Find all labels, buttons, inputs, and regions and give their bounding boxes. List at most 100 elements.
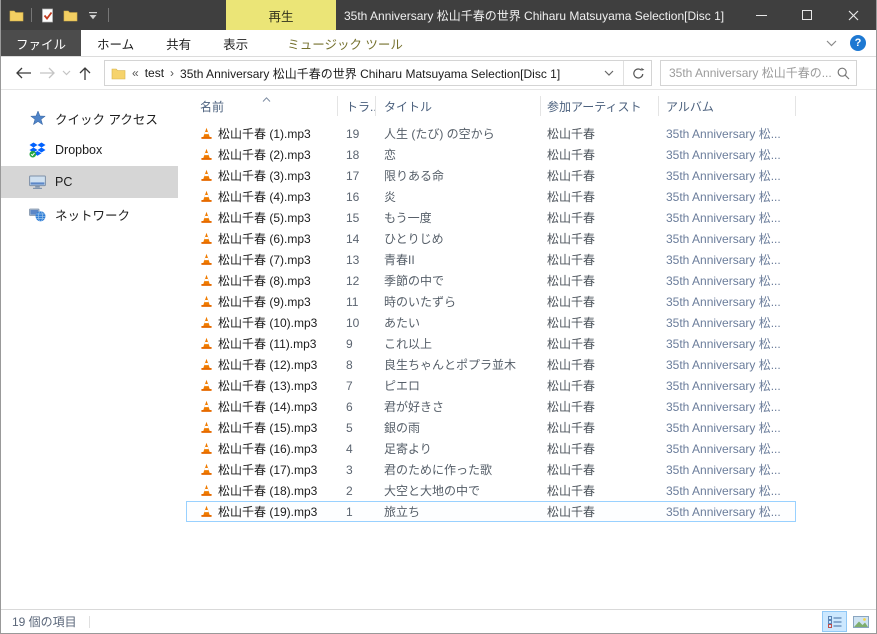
sidebar-item-pc[interactable]: PC <box>1 166 178 198</box>
tab-view[interactable]: 表示 <box>207 30 264 56</box>
file-name-cell: 松山千春 (2).mp3 <box>186 146 338 163</box>
close-button[interactable] <box>830 0 876 30</box>
minimize-button[interactable] <box>738 0 784 30</box>
file-name: 松山千春 (16).mp3 <box>218 442 318 456</box>
file-row[interactable]: 松山千春 (18).mp3 2 大空と大地の中で 松山千春 35th Anniv… <box>186 480 796 501</box>
column-header-artist[interactable]: 参加アーティスト <box>541 96 659 116</box>
customize-toolbar-icon[interactable] <box>85 7 101 23</box>
file-row[interactable]: 松山千春 (5).mp3 15 もう一度 松山千春 35th Anniversa… <box>186 207 796 228</box>
vlc-cone-icon <box>200 463 213 476</box>
file-name: 松山千春 (9).mp3 <box>218 295 311 309</box>
file-row[interactable]: 松山千春 (10).mp3 10 あたい 松山千春 35th Anniversa… <box>186 312 796 333</box>
details-view-button[interactable] <box>822 611 847 632</box>
sidebar-item-quick-access[interactable]: クイック アクセス <box>1 102 178 134</box>
file-row[interactable]: 松山千春 (12).mp3 8 良生ちゃんとポプラ並木 松山千春 35th An… <box>186 354 796 375</box>
vlc-cone-icon <box>200 505 213 518</box>
chevron-down-icon <box>62 70 70 76</box>
dropbox-icon <box>29 142 46 159</box>
column-header-track[interactable]: トラ... <box>338 96 376 116</box>
title-cell: 良生ちゃんとポプラ並木 <box>384 358 517 372</box>
contextual-tab-play[interactable]: 再生 <box>226 0 336 30</box>
tab-music-tools[interactable]: ミュージック ツール <box>273 30 417 56</box>
breadcrumb-overflow-chevron[interactable]: « <box>132 66 139 80</box>
breadcrumb-segment-current[interactable]: 35th Anniversary 松山千春の世界 Chiharu Matsuya… <box>180 65 560 82</box>
tab-file[interactable]: ファイル <box>1 30 82 56</box>
vlc-cone-icon <box>200 316 213 329</box>
file-row[interactable]: 松山千春 (8).mp3 12 季節の中で 松山千春 35th Annivers… <box>186 270 796 291</box>
search-box[interactable] <box>660 60 857 86</box>
breadcrumb-separator-icon[interactable]: › <box>170 66 174 80</box>
file-name-cell: 松山千春 (7).mp3 <box>186 251 338 268</box>
track-cell: 7 <box>346 378 353 393</box>
file-row[interactable]: 松山千春 (1).mp3 19 人生 (たび) の空から 松山千春 35th A… <box>186 123 796 144</box>
sidebar-item-network[interactable]: ネットワーク <box>1 198 178 230</box>
search-input[interactable] <box>669 66 837 80</box>
sidebar-item-label: Dropbox <box>55 143 103 157</box>
column-header-title[interactable]: タイトル <box>376 96 541 116</box>
file-row[interactable]: 松山千春 (14).mp3 6 君が好きさ 松山千春 35th Annivers… <box>186 396 796 417</box>
file-row[interactable]: 松山千春 (19).mp3 1 旅立ち 松山千春 35th Anniversar… <box>186 501 796 522</box>
file-name: 松山千春 (3).mp3 <box>218 169 311 183</box>
artist-cell: 松山千春 <box>547 463 596 477</box>
folder-icon[interactable] <box>8 7 24 23</box>
artist-cell: 松山千春 <box>547 400 596 414</box>
file-name: 松山千春 (14).mp3 <box>218 400 318 414</box>
artist-cell: 松山千春 <box>547 274 596 288</box>
forward-button[interactable] <box>35 61 59 85</box>
details-view-icon <box>827 615 841 628</box>
expand-ribbon-chevron-icon[interactable] <box>826 36 837 50</box>
sort-ascending-icon <box>262 91 271 105</box>
maximize-button[interactable] <box>784 0 830 30</box>
file-name: 松山千春 (8).mp3 <box>218 274 311 288</box>
artist-cell: 松山千春 <box>547 316 596 330</box>
up-button[interactable] <box>73 61 97 85</box>
file-row[interactable]: 松山千春 (13).mp3 7 ピエロ 松山千春 35th Anniversar… <box>186 375 796 396</box>
title-cell: これ以上 <box>384 337 433 351</box>
track-cell: 3 <box>346 462 353 477</box>
file-row[interactable]: 松山千春 (6).mp3 14 ひとりじめ 松山千春 35th Annivers… <box>186 228 796 249</box>
file-row[interactable]: 松山千春 (3).mp3 17 限りある命 松山千春 35th Annivers… <box>186 165 796 186</box>
album-cell: 35th Anniversary 松... <box>666 358 781 372</box>
file-row[interactable]: 松山千春 (11).mp3 9 これ以上 松山千春 35th Anniversa… <box>186 333 796 354</box>
new-folder-icon[interactable] <box>62 7 78 23</box>
thumbnails-view-button[interactable] <box>848 611 873 632</box>
album-cell: 35th Anniversary 松... <box>666 421 781 435</box>
file-name-cell: 松山千春 (13).mp3 <box>186 377 338 394</box>
file-row[interactable]: 松山千春 (15).mp3 5 銀の雨 松山千春 35th Anniversar… <box>186 417 796 438</box>
sidebar-item-dropbox[interactable]: Dropbox <box>1 134 178 166</box>
address-dropdown-chevron[interactable] <box>596 61 622 85</box>
recent-locations-chevron[interactable] <box>59 61 73 85</box>
back-button[interactable] <box>11 61 35 85</box>
window-controls <box>738 0 876 30</box>
file-row[interactable]: 松山千春 (9).mp3 11 時のいたずら 松山千春 35th Anniver… <box>186 291 796 312</box>
file-row[interactable]: 松山千春 (16).mp3 4 足寄より 松山千春 35th Anniversa… <box>186 438 796 459</box>
address-bar[interactable]: « test › 35th Anniversary 松山千春の世界 Chihar… <box>104 60 652 86</box>
navigation-pane: クイック アクセス Dropbox PC ネットワーク <box>1 90 178 609</box>
breadcrumb-segment-test[interactable]: test <box>145 66 164 80</box>
properties-check-icon[interactable] <box>39 7 55 23</box>
track-cell: 2 <box>346 483 353 498</box>
minimize-icon <box>755 14 767 16</box>
navigation-bar: « test › 35th Anniversary 松山千春の世界 Chihar… <box>1 57 876 90</box>
forward-arrow-icon <box>39 67 55 79</box>
album-cell: 35th Anniversary 松... <box>666 442 781 456</box>
track-cell: 16 <box>346 189 360 204</box>
file-row[interactable]: 松山千春 (7).mp3 13 青春II 松山千春 35th Anniversa… <box>186 249 796 270</box>
file-name: 松山千春 (1).mp3 <box>218 127 311 141</box>
search-icon[interactable] <box>837 67 850 80</box>
file-row[interactable]: 松山千春 (4).mp3 16 炎 松山千春 35th Anniversary … <box>186 186 796 207</box>
file-row[interactable]: 松山千春 (17).mp3 3 君のために作った歌 松山千春 35th Anni… <box>186 459 796 480</box>
help-icon[interactable]: ? <box>850 35 866 51</box>
tab-share[interactable]: 共有 <box>150 30 207 56</box>
tab-home[interactable]: ホーム <box>81 30 150 56</box>
title-bar: 再生 35th Anniversary 松山千春の世界 Chiharu Mats… <box>1 0 876 30</box>
title-cell: 大空と大地の中で <box>384 484 481 498</box>
album-cell: 35th Anniversary 松... <box>666 484 781 498</box>
folder-icon <box>111 68 126 79</box>
status-bar: 19 個の項目 <box>1 609 876 633</box>
title-cell: 旅立ち <box>384 505 421 519</box>
column-header-album[interactable]: アルバム <box>659 96 796 116</box>
refresh-button[interactable] <box>625 61 651 85</box>
address-bar-divider <box>623 61 624 85</box>
file-row[interactable]: 松山千春 (2).mp3 18 恋 松山千春 35th Anniversary … <box>186 144 796 165</box>
